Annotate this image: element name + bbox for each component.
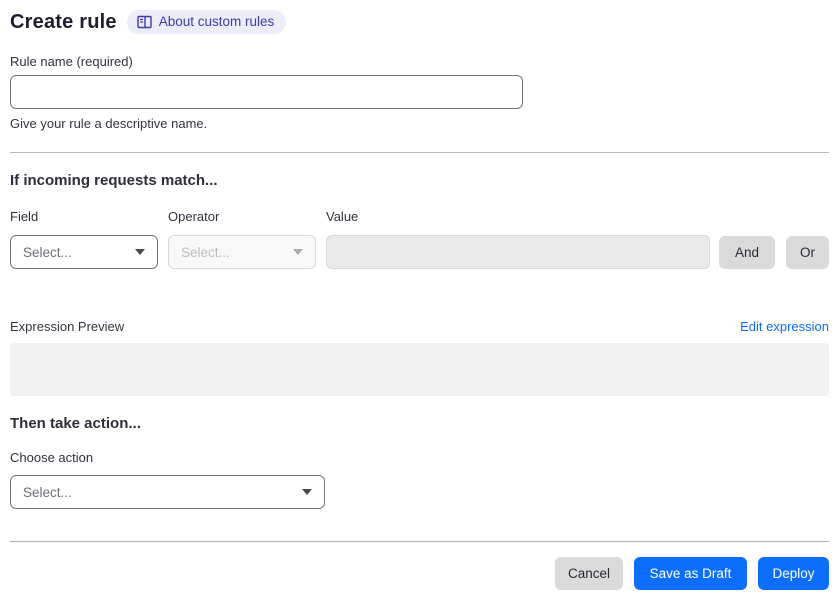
field-column: Field Select...: [10, 209, 158, 269]
operator-select[interactable]: Select...: [168, 235, 316, 269]
create-rule-page: Create rule About custom rules Rule name…: [0, 0, 839, 590]
choose-action-label: Choose action: [10, 450, 94, 465]
field-select[interactable]: Select...: [10, 235, 158, 269]
edit-expression-link[interactable]: Edit expression: [740, 319, 829, 334]
value-column: Value: [326, 209, 710, 269]
book-icon: [137, 15, 152, 29]
field-label: Field: [10, 209, 39, 224]
andor-button-group: And Or: [719, 236, 829, 269]
and-button[interactable]: And: [719, 236, 775, 269]
expression-preview-label: Expression Preview: [10, 319, 125, 334]
about-custom-rules-link[interactable]: About custom rules: [126, 10, 287, 34]
page-title: Create rule: [10, 10, 117, 33]
match-row: Field Select... Operator Select... Value…: [10, 209, 829, 269]
section-divider: [10, 152, 829, 153]
action-select-value: Select...: [23, 484, 72, 500]
expression-preview-row: Expression Preview Edit expression: [10, 319, 829, 334]
chevron-down-icon: [302, 489, 312, 495]
action-select[interactable]: Select...: [10, 475, 325, 509]
save-as-draft-button[interactable]: Save as Draft: [634, 557, 747, 590]
rule-name-helper-text: Give your rule a descriptive name.: [10, 116, 208, 131]
chevron-down-icon: [135, 249, 145, 255]
match-section-heading: If incoming requests match...: [10, 172, 218, 189]
field-select-value: Select...: [23, 244, 72, 260]
operator-column: Operator Select...: [168, 209, 316, 269]
operator-select-value: Select...: [181, 244, 230, 260]
rule-name-label: Rule name (required): [10, 54, 133, 69]
expression-preview-box: [10, 343, 829, 396]
rule-name-input[interactable]: [10, 75, 523, 109]
chevron-down-icon: [293, 249, 303, 255]
action-section-heading: Then take action...: [10, 415, 141, 432]
cancel-button[interactable]: Cancel: [555, 557, 623, 590]
or-button[interactable]: Or: [786, 236, 829, 269]
deploy-button[interactable]: Deploy: [758, 557, 829, 590]
operator-label: Operator: [168, 209, 220, 224]
value-input[interactable]: [326, 235, 710, 269]
value-label: Value: [326, 209, 359, 224]
about-custom-rules-label: About custom rules: [158, 14, 275, 30]
page-header: Create rule About custom rules: [10, 10, 829, 34]
footer-actions: Cancel Save as Draft Deploy: [10, 557, 829, 590]
footer-divider: [10, 541, 829, 542]
